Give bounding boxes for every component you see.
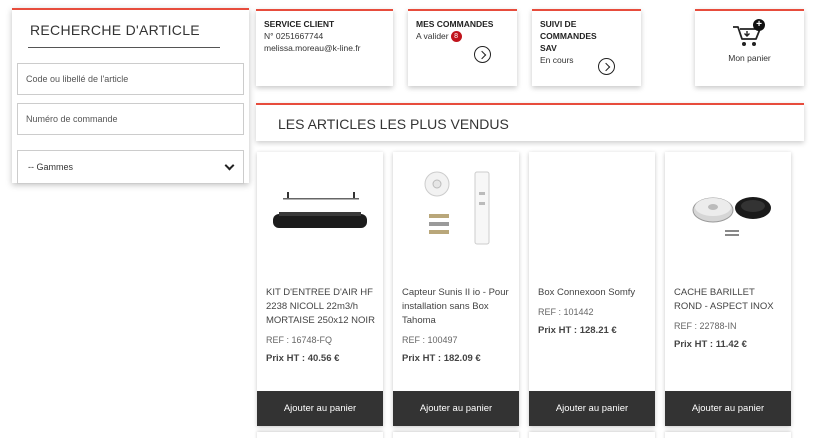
chevron-down-icon [224,160,235,170]
product-name[interactable]: Box Connexoon Somfy [538,286,649,300]
price-label: Prix HT : [674,339,716,350]
product-name[interactable]: KIT D'ENTREE D'AIR HF 2238 NICOLL 22m3/h… [266,286,377,328]
product-price: Prix HT : 40.56 € [266,353,339,364]
service-email[interactable]: melissa.moreau@k-line.fr [264,42,385,54]
best-sellers-header: LES ARTICLES LES PLUS VENDUS [256,103,804,141]
product-price: Prix HT : 128.21 € [538,325,617,336]
product-image[interactable] [401,162,511,272]
service-title: SERVICE CLIENT [264,19,335,29]
product-ref: REF : 16748-FQ [266,335,333,345]
product-ref: REF : 101442 [538,307,594,317]
order-number-input[interactable] [17,103,244,135]
product-price: Prix HT : 182.09 € [402,353,481,364]
price-value: 11.42 € [715,339,747,350]
arrow-right-icon[interactable] [474,46,491,63]
cart-label: Mon panier [728,53,771,63]
price-value: 40.56 € [307,353,340,364]
sav-status: En cours [540,55,574,65]
service-phone: N° 0251667744 [264,31,324,41]
sav-title-line2: SAV [540,43,557,53]
product-price: Prix HT : 11.42 € [674,339,747,350]
product-card[interactable]: Box Connexoon Somfy REF : 101442 Prix HT… [529,152,655,426]
product-image[interactable] [537,162,647,272]
product-name[interactable]: Capteur Sunis II io - Pour installation … [402,286,513,328]
orders-title: MES COMMANDES [416,19,494,29]
service-client-card: SERVICE CLIENT N° 0251667744 melissa.mor… [256,9,393,86]
sensor-kit-image [424,171,490,245]
price-value: 182.09 € [443,353,481,364]
price-label: Prix HT : [538,325,580,336]
add-to-cart-button[interactable]: Ajouter au panier [529,391,655,426]
section-title: LES ARTICLES LES PLUS VENDUS [278,116,509,132]
cart-card[interactable]: + Mon panier [695,9,804,86]
product-image[interactable] [265,162,375,272]
article-search-input[interactable] [17,63,244,95]
product-card-partial[interactable] [393,432,519,438]
product-name[interactable]: CACHE BARILLET ROND - ASPECT INOX [674,286,785,314]
product-card-partial[interactable] [529,432,655,438]
orders-card[interactable]: MES COMMANDES A valider 8 [408,9,517,86]
product-ref: REF : 22788-IN [674,321,737,331]
price-label: Prix HT : [402,353,444,364]
product-ref: REF : 100497 [402,335,458,345]
product-card-partial[interactable] [665,432,791,438]
add-to-cart-button[interactable]: Ajouter au panier [665,391,791,426]
air-vent-image [273,192,367,228]
orders-status: A valider [416,31,449,41]
price-value: 128.21 € [579,325,617,336]
product-image[interactable] [673,162,783,272]
sav-card[interactable]: SUIVI DE COMMANDES SAV En cours [532,9,641,86]
search-panel: RECHERCHE D'ARTICLE -- Gammes [12,8,249,184]
range-select-value: -- Gammes [28,162,73,172]
product-card[interactable]: CACHE BARILLET ROND - ASPECT INOX REF : … [665,152,791,426]
product-card[interactable]: Capteur Sunis II io - Pour installation … [393,152,519,426]
title-divider [28,47,220,48]
range-select[interactable]: -- Gammes [17,150,244,184]
price-label: Prix HT : [266,353,308,364]
sav-title-line1: SUIVI DE COMMANDES [540,19,597,41]
add-to-cart-button[interactable]: Ajouter au panier [393,391,519,426]
search-title: RECHERCHE D'ARTICLE [30,22,200,38]
arrow-right-icon[interactable] [598,58,615,75]
product-card-partial[interactable] [257,432,383,438]
cylinder-cover-image [692,197,771,236]
orders-count-badge: 8 [450,31,462,43]
product-card[interactable]: KIT D'ENTREE D'AIR HF 2238 NICOLL 22m3/h… [257,152,383,426]
cart-add-badge: + [756,19,762,30]
add-to-cart-button[interactable]: Ajouter au panier [257,391,383,426]
